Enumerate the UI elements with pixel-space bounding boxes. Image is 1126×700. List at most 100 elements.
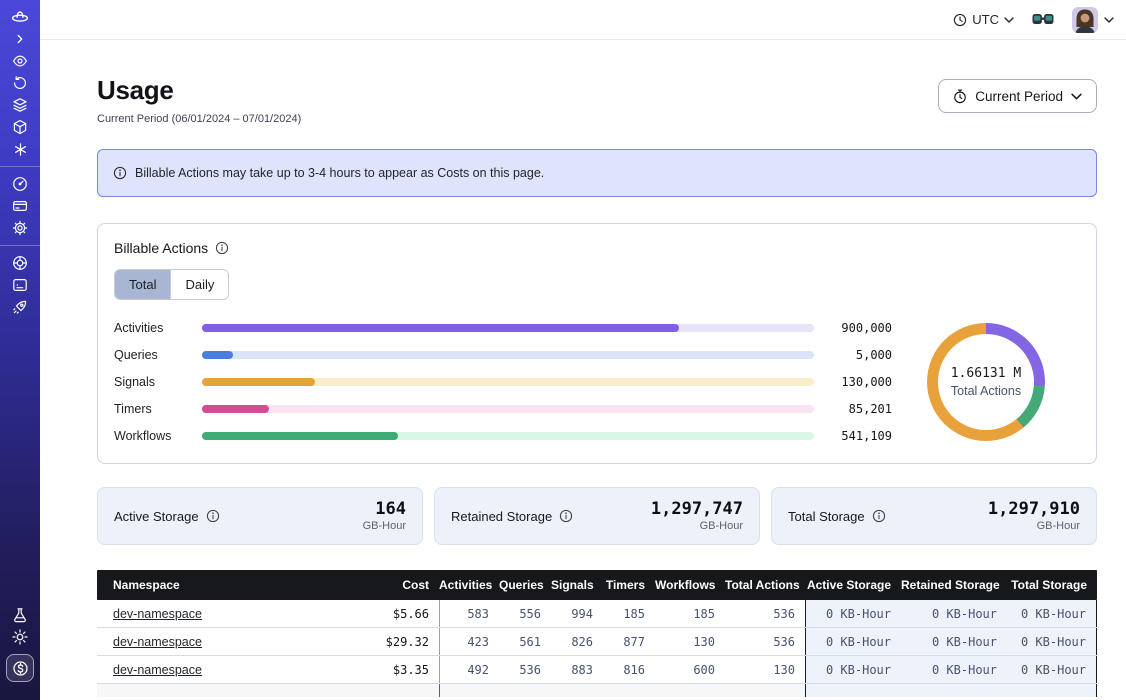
total-actions-label: Total Actions <box>951 384 1021 398</box>
bar-track <box>202 378 814 386</box>
timezone-selector[interactable]: UTC <box>953 12 1014 27</box>
asterisk-icon[interactable] <box>0 138 40 160</box>
cell-workflows: 130 <box>655 628 725 655</box>
cell-signals: 994 <box>551 600 603 627</box>
tab-daily[interactable]: Daily <box>170 270 228 299</box>
table-row: dev-namespace $5.66 583 556 994 185 185 … <box>97 600 1097 628</box>
clock-icon <box>953 13 967 27</box>
info-icon[interactable] <box>559 509 573 523</box>
bar-row-queries: Queries 5,000 <box>114 341 892 368</box>
stopwatch-icon <box>953 89 967 104</box>
cell-signals: 826 <box>551 628 603 655</box>
billable-actions-title: Billable Actions <box>114 240 1080 256</box>
terminal-window-icon[interactable] <box>0 274 40 296</box>
col-header-retained-storage: Retained Storage <box>901 578 1007 592</box>
info-icon[interactable] <box>872 509 886 523</box>
bar-label: Signals <box>114 375 186 389</box>
cell-total-actions: 130 <box>725 656 805 683</box>
total-actions-donut: 1.66131 M Total Actions <box>927 323 1045 441</box>
table-row: dev-namespace $29.32 423 561 826 877 130… <box>97 628 1097 656</box>
active-storage-label: Active Storage <box>114 509 199 524</box>
cell-total-storage: 0 KB-Hour <box>1007 656 1097 683</box>
bar-track <box>202 324 814 332</box>
info-banner-text: Billable Actions may take up to 3-4 hour… <box>135 166 544 180</box>
bar-track <box>202 405 814 413</box>
cell-total-actions: 536 <box>725 600 805 627</box>
lifebuoy-icon[interactable] <box>0 252 40 274</box>
info-icon <box>113 166 127 180</box>
bar-row-workflows: Workflows 541,109 <box>114 422 892 449</box>
bar-label: Queries <box>114 348 186 362</box>
bar-value: 85,201 <box>828 402 892 416</box>
col-header-total-actions: Total Actions <box>725 578 805 592</box>
cell-retained-storage: 0 KB-Hour <box>901 656 1007 683</box>
total-storage-unit: GB-Hour <box>988 520 1080 532</box>
cell-total-storage: 0 KB-Hour <box>1007 628 1097 655</box>
page-title: Usage <box>97 75 301 106</box>
billable-actions-title-text: Billable Actions <box>114 240 208 256</box>
cell-active-storage: 0 KB-Hour <box>805 628 901 655</box>
bar-track <box>202 432 814 440</box>
billable-chart-area: Activities 900,000 Queries 5,000 Signals… <box>114 314 1080 449</box>
bar-label: Workflows <box>114 429 186 443</box>
billable-view-tabs: Total Daily <box>114 269 229 300</box>
col-header-active-storage: Active Storage <box>805 578 901 592</box>
account-menu[interactable] <box>1072 7 1114 33</box>
table-header-row: Namespace Cost Activities Queries Signal… <box>97 570 1097 600</box>
gauge-icon[interactable] <box>0 173 40 195</box>
settings-gear-icon[interactable] <box>0 217 40 239</box>
history-clock-icon[interactable] <box>0 72 40 94</box>
bar-row-activities: Activities 900,000 <box>114 314 892 341</box>
bar-label: Activities <box>114 321 186 335</box>
col-header-workflows: Workflows <box>655 578 725 592</box>
sidebar <box>0 0 40 700</box>
cell-workflows: 600 <box>655 656 725 683</box>
col-header-queries: Queries <box>499 578 551 592</box>
credit-card-icon[interactable] <box>0 195 40 217</box>
retained-storage-card: Retained Storage 1,297,747 GB-Hour <box>434 487 760 545</box>
table-row-partial <box>97 684 1097 697</box>
flask-icon[interactable] <box>0 604 40 626</box>
cell-queries: 561 <box>499 628 551 655</box>
namespace-link[interactable]: dev-namespace <box>113 663 202 677</box>
sun-icon[interactable] <box>0 626 40 648</box>
usage-dollar-coin-icon[interactable] <box>6 654 34 682</box>
layers-icon[interactable] <box>0 94 40 116</box>
rocket-icon[interactable] <box>0 296 40 318</box>
page-header: Usage Current Period (06/01/2024 – 07/01… <box>97 75 1097 125</box>
namespace-link[interactable]: dev-namespace <box>113 635 202 649</box>
bar-value: 5,000 <box>828 348 892 362</box>
cell-workflows: 185 <box>655 600 725 627</box>
bar-value: 130,000 <box>828 375 892 389</box>
period-dropdown-label: Current Period <box>975 89 1063 104</box>
temporal-logo-icon[interactable] <box>0 6 40 28</box>
namespace-usage-table: Namespace Cost Activities Queries Signal… <box>97 570 1097 697</box>
info-icon[interactable] <box>215 241 229 255</box>
period-dropdown-button[interactable]: Current Period <box>938 79 1097 113</box>
cell-active-storage: 0 KB-Hour <box>805 656 901 683</box>
cell-timers: 877 <box>603 628 655 655</box>
bar-fill <box>202 324 679 332</box>
active-storage-value: 164 <box>363 500 406 520</box>
tab-total[interactable]: Total <box>115 270 170 299</box>
cell-cost: $3.35 <box>361 656 439 683</box>
cell-activities: 583 <box>439 600 499 627</box>
bar-row-signals: Signals 130,000 <box>114 368 892 395</box>
collapse-chevron-right-icon[interactable] <box>0 28 40 50</box>
user-avatar <box>1072 7 1098 33</box>
col-header-timers: Timers <box>603 578 655 592</box>
total-storage-value: 1,297,910 <box>988 500 1080 520</box>
info-icon[interactable] <box>206 509 220 523</box>
table-row: dev-namespace $3.35 492 536 883 816 600 … <box>97 656 1097 684</box>
goggles-icon[interactable] <box>1032 13 1054 26</box>
eye-icon[interactable] <box>0 50 40 72</box>
storage-cards: Active Storage 164 GB-Hour Retained Stor… <box>97 487 1097 545</box>
cell-cost: $5.66 <box>361 600 439 627</box>
total-storage-label: Total Storage <box>788 509 865 524</box>
namespace-link[interactable]: dev-namespace <box>113 607 202 621</box>
bar-value: 541,109 <box>828 429 892 443</box>
cube-icon[interactable] <box>0 116 40 138</box>
chevron-down-icon <box>1071 93 1082 100</box>
bar-track <box>202 351 814 359</box>
retained-storage-value: 1,297,747 <box>651 500 743 520</box>
